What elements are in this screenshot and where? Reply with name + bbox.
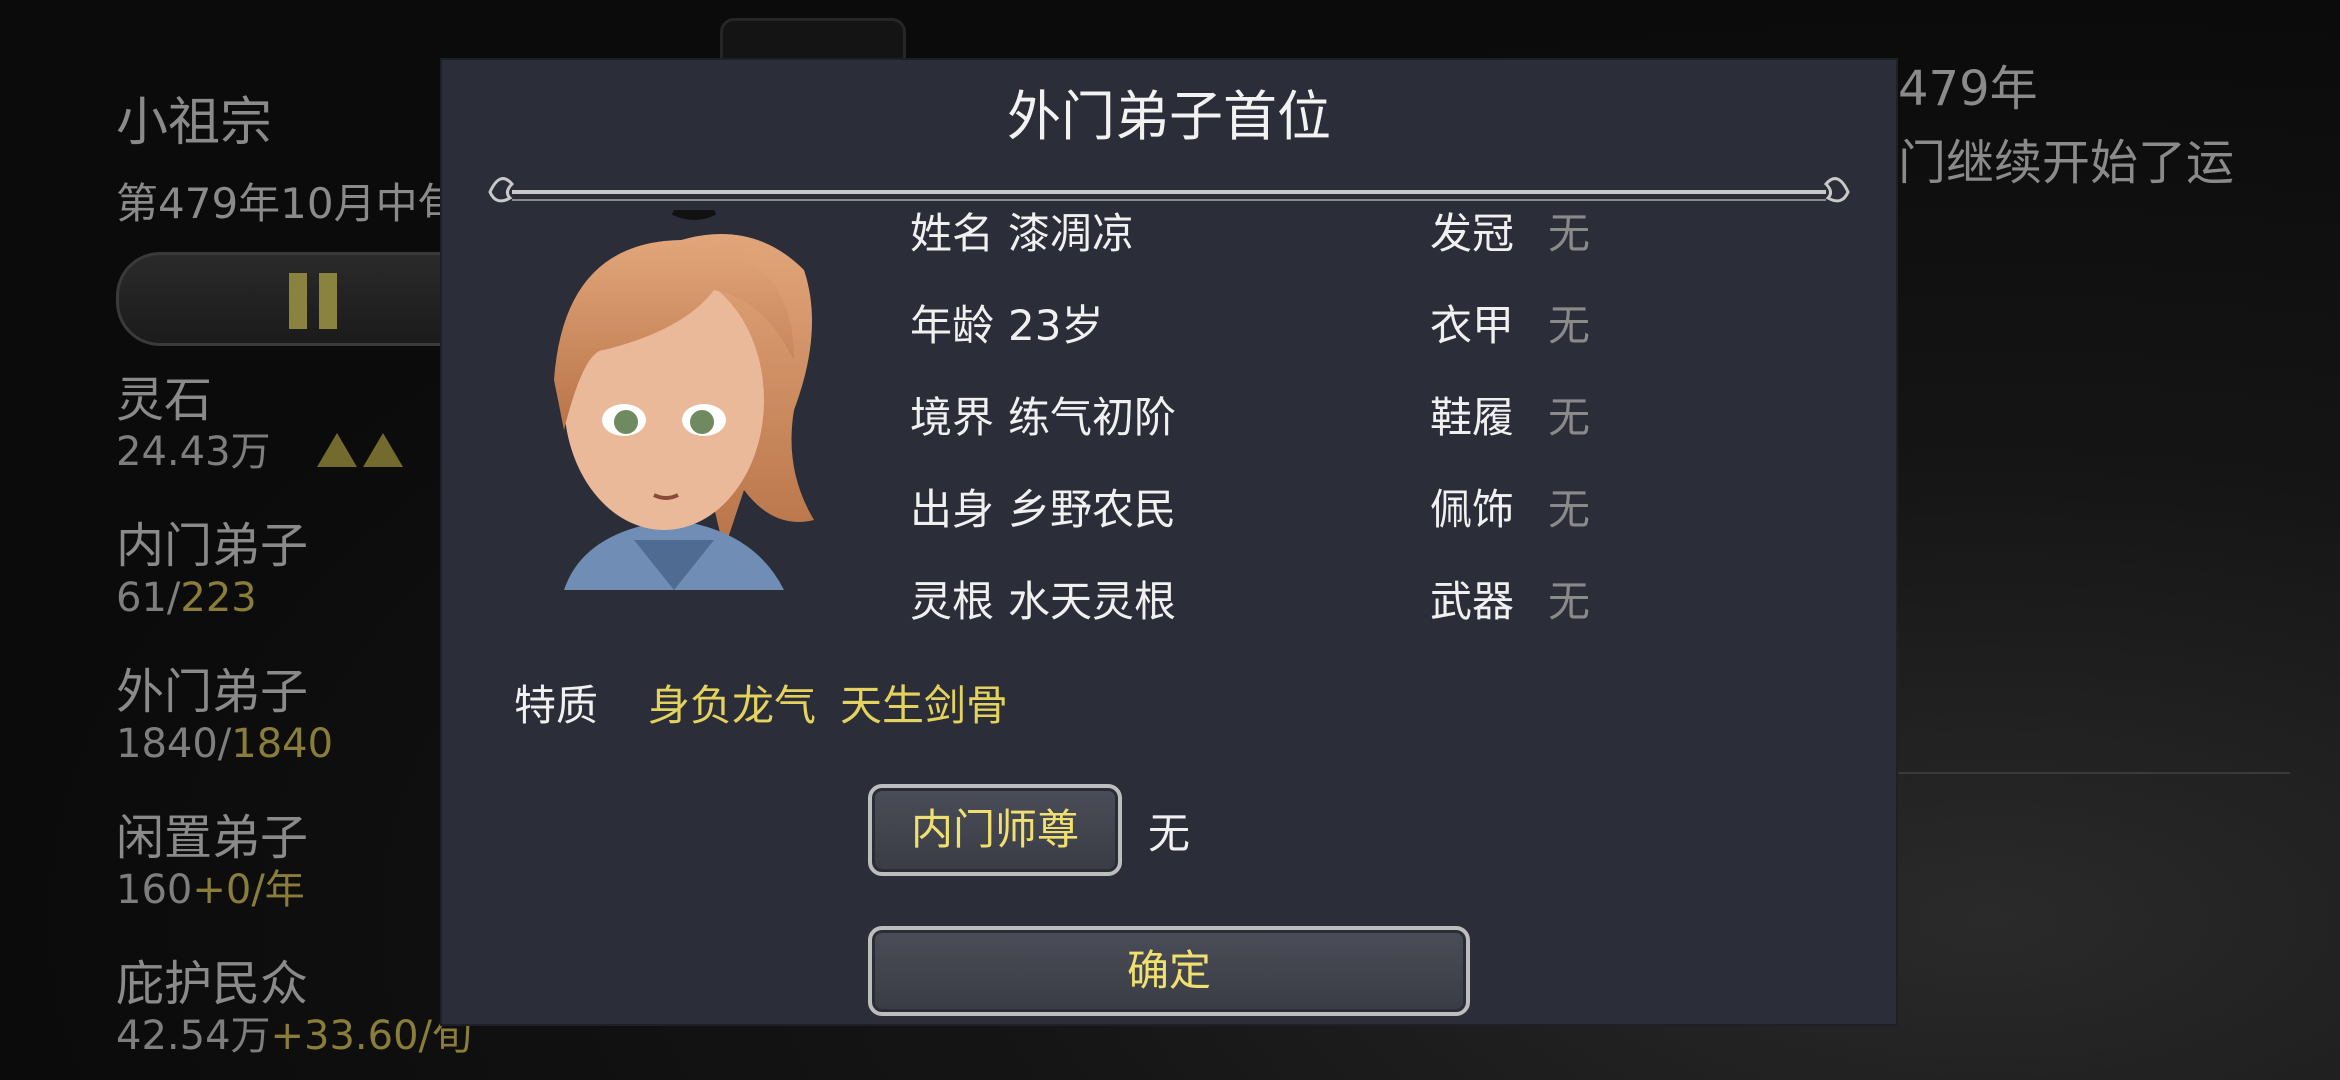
- event-log: 第479年 宗门继续开始了运 转: [1850, 61, 2235, 265]
- info-age: 年龄 23岁: [910, 301, 1104, 350]
- stat-spirit-stones: 灵石 24.43万: [116, 372, 404, 476]
- up-arrow-icon: [363, 433, 404, 467]
- log-divider: [1850, 772, 2290, 774]
- equip-slot-label: 佩饰: [1430, 485, 1515, 534]
- sect-name: 小祖宗: [116, 93, 273, 153]
- equip-slot-value[interactable]: 无: [1548, 292, 1590, 353]
- trait-tag[interactable]: 身负龙气: [648, 672, 816, 733]
- game-date: 第479年10月中旬: [116, 179, 460, 228]
- equip-slot-value[interactable]: 无: [1548, 476, 1590, 537]
- info-realm: 境界 练气初阶: [910, 393, 1177, 442]
- dialog-title: 外门弟子首位: [1007, 85, 1331, 148]
- equip-slot-value[interactable]: 无: [1548, 568, 1590, 629]
- equip-slot-label: 鞋履: [1430, 393, 1515, 442]
- info-spirit-root: 灵根 水天灵根: [910, 577, 1177, 626]
- info-origin: 出身 乡野农民: [910, 485, 1177, 534]
- disciple-detail-dialog: 外门弟子首位 姓名 漆凋凉 年龄 23岁 境界 练气初阶 出身 乡野农民 灵根 水天灵根 …: [442, 60, 1896, 1024]
- up-arrow-icon: [317, 433, 358, 467]
- stat-outer-disciples: 外门弟子 1840/1840: [116, 664, 334, 767]
- stat-inner-disciples: 内门弟子 61/223: [116, 518, 309, 621]
- mentor-value: 无: [1148, 809, 1191, 858]
- equip-slot-value[interactable]: 无: [1548, 384, 1590, 445]
- stat-idle-disciples: 闲置弟子 160+0/年: [116, 810, 309, 913]
- inner-mentor-button[interactable]: 内门师尊: [868, 784, 1122, 876]
- trait-tag[interactable]: 天生剑骨: [840, 672, 1008, 733]
- stat-protected-people: 庇护民众 42.54万+33.60/旬: [116, 956, 473, 1059]
- confirm-button[interactable]: 确定: [868, 926, 1470, 1016]
- equip-slot-value[interactable]: 无: [1548, 200, 1590, 261]
- equip-slot-label: 发冠: [1430, 209, 1515, 258]
- pause-icon: [289, 273, 341, 329]
- equip-slot-label: 衣甲: [1430, 301, 1515, 350]
- trait-label: 特质: [514, 681, 599, 730]
- disciple-portrait: [554, 210, 814, 590]
- equip-slot-label: 武器: [1430, 577, 1515, 626]
- info-name: 姓名 漆凋凉: [910, 209, 1135, 258]
